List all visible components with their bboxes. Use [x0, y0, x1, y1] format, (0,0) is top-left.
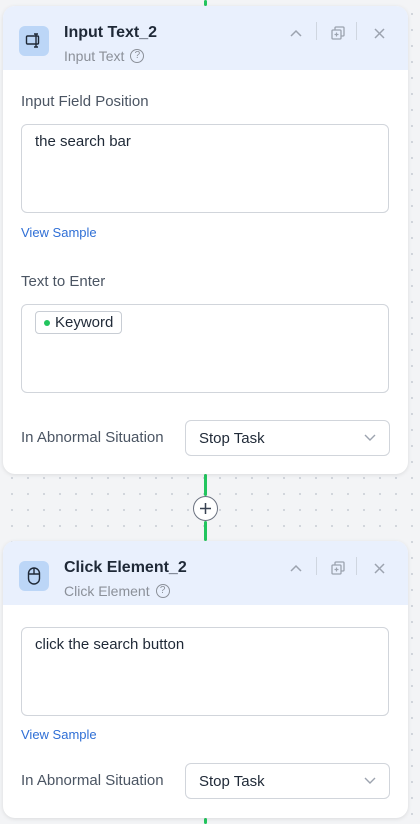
abnormal-situation-label: In Abnormal Situation: [21, 429, 164, 446]
input-text-node[interactable]: Input Text_2 Input Text ? Input Field Po…: [3, 6, 408, 474]
abnormal-situation-value: Stop Task: [199, 772, 265, 790]
chevron-up-icon: [290, 564, 302, 572]
connector-middle-bottom: [204, 521, 207, 541]
help-icon[interactable]: ?: [155, 584, 170, 598]
click-element-node[interactable]: Click Element_2 Click Element ? click th…: [3, 541, 408, 818]
help-icon[interactable]: ?: [130, 49, 145, 63]
abnormal-situation-value: Stop Task: [199, 429, 265, 447]
duplicate-button[interactable]: [329, 24, 347, 42]
abnormal-situation-select[interactable]: Stop Task: [185, 420, 390, 456]
node-title: Click Element_2: [64, 559, 187, 576]
node-title: Input Text_2: [64, 24, 158, 41]
duplicate-button[interactable]: [329, 559, 347, 577]
abnormal-situation-label: In Abnormal Situation: [21, 772, 164, 789]
text-to-enter-input[interactable]: Keyword: [21, 304, 389, 393]
header-divider: [356, 22, 357, 40]
input-field-position-input[interactable]: the search bar: [21, 124, 389, 213]
text-to-enter-label: Text to Enter: [21, 273, 106, 290]
close-button[interactable]: [370, 559, 388, 577]
chevron-down-icon: [364, 434, 376, 441]
plus-icon: [200, 503, 211, 514]
duplicate-icon: [331, 561, 345, 575]
node-header: Input Text_2 Input Text ?: [3, 6, 408, 70]
connector-bottom: [204, 818, 207, 824]
node-header: Click Element_2 Click Element ?: [3, 541, 408, 605]
collapse-button[interactable]: [287, 24, 305, 42]
collapse-button[interactable]: [287, 559, 305, 577]
header-divider: [356, 557, 357, 575]
node-subtitle-text: Input Text: [64, 48, 125, 64]
connector-middle-top: [204, 474, 207, 496]
add-step-button[interactable]: [193, 496, 218, 521]
abnormal-situation-select[interactable]: Stop Task: [185, 763, 390, 799]
duplicate-icon: [331, 26, 345, 40]
mouse-icon: [19, 561, 49, 591]
element-description-input[interactable]: click the search button: [21, 627, 389, 716]
chevron-down-icon: [364, 777, 376, 784]
header-divider: [316, 557, 317, 575]
close-icon: [373, 27, 385, 39]
view-sample-link[interactable]: View Sample: [21, 727, 97, 742]
variable-dot: [44, 319, 50, 326]
input-text-icon: [19, 26, 49, 56]
close-icon: [373, 562, 385, 574]
input-field-position-label: Input Field Position: [21, 93, 149, 110]
close-button[interactable]: [370, 24, 388, 42]
keyword-chip-label: Keyword: [55, 314, 114, 331]
view-sample-link[interactable]: View Sample: [21, 225, 97, 240]
keyword-chip[interactable]: Keyword: [35, 311, 123, 334]
node-subtitle-text: Click Element: [64, 583, 150, 599]
node-subtitle: Input Text ?: [64, 48, 145, 64]
node-subtitle: Click Element ?: [64, 583, 170, 599]
header-divider: [316, 22, 317, 40]
chevron-up-icon: [290, 29, 302, 37]
